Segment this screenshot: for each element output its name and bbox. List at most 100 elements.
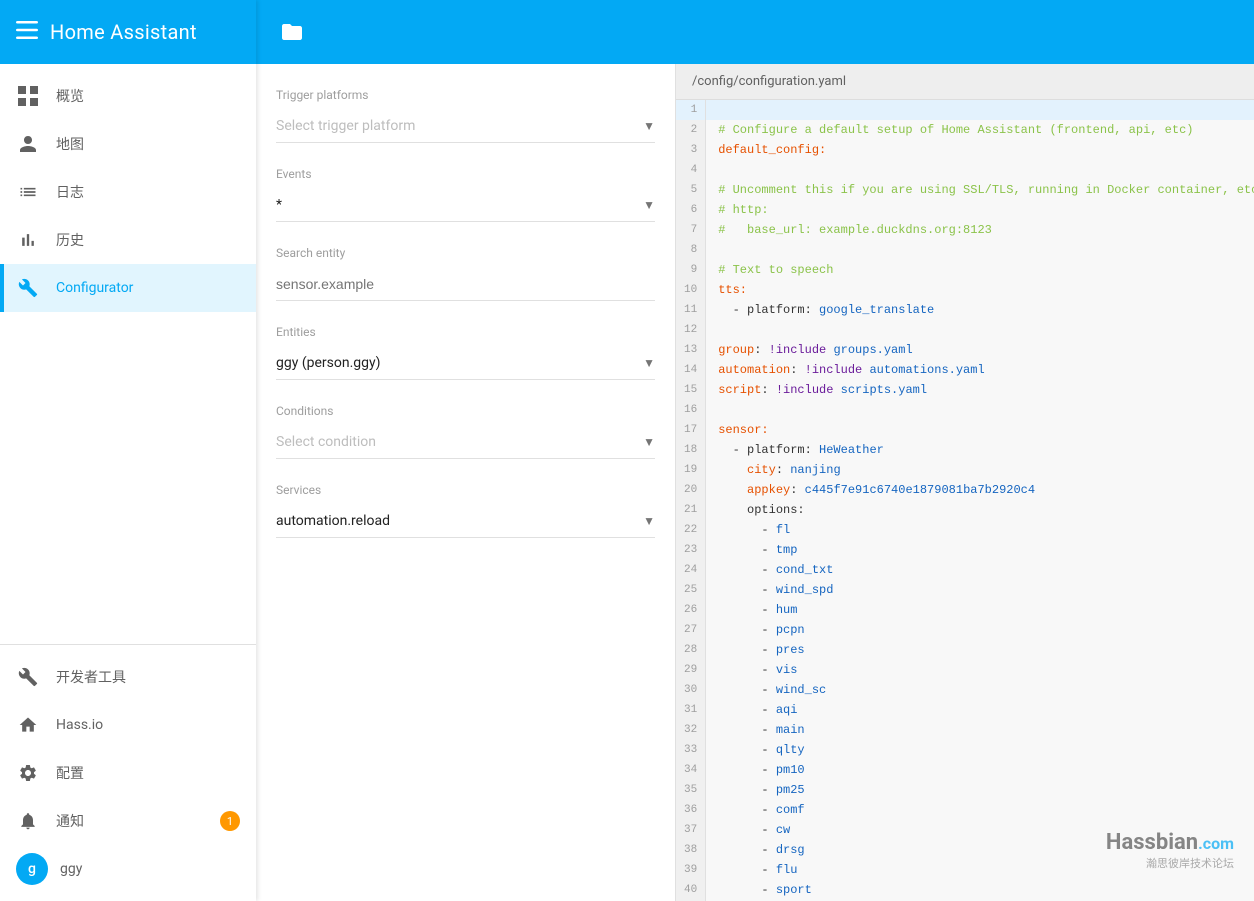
line-number: 7 xyxy=(676,220,706,240)
search-entity-section: Search entity xyxy=(276,246,655,301)
line-content[interactable]: # Configure a default setup of Home Assi… xyxy=(706,120,1254,140)
line-number: 6 xyxy=(676,200,706,220)
line-content[interactable]: - cond_txt xyxy=(706,560,1254,580)
sidebar-item-configurator-label: Configurator xyxy=(56,280,133,296)
line-content[interactable]: group: !include groups.yaml xyxy=(706,340,1254,360)
line-content[interactable]: - qlty xyxy=(706,740,1254,760)
sidebar-item-settings[interactable]: 配置 xyxy=(0,749,256,797)
line-number: 37 xyxy=(676,820,706,840)
line-number: 34 xyxy=(676,760,706,780)
line-content[interactable]: - main xyxy=(706,720,1254,740)
line-number: 21 xyxy=(676,500,706,520)
sidebar-item-hassio[interactable]: Hass.io xyxy=(0,701,256,749)
conditions-label: Conditions xyxy=(276,404,655,418)
sidebar-item-configurator[interactable]: Configurator xyxy=(0,264,256,312)
table-row: 20 appkey: c445f7e91c6740e1879081ba7b292… xyxy=(676,480,1254,500)
table-row: 15 script: !include scripts.yaml xyxy=(676,380,1254,400)
trigger-placeholder: Select trigger platform xyxy=(276,118,643,134)
services-dropdown-arrow: ▼ xyxy=(643,514,655,528)
right-panel: /config/configuration.yaml 1 2 # Configu… xyxy=(676,64,1254,901)
line-content[interactable]: # base_url: example.duckdns.org:8123 xyxy=(706,220,1254,240)
line-content[interactable]: - pcpn xyxy=(706,620,1254,640)
line-content[interactable] xyxy=(706,160,1254,180)
folder-button[interactable] xyxy=(272,12,312,52)
line-content[interactable]: script: !include scripts.yaml xyxy=(706,380,1254,400)
services-select[interactable]: automation.reload ▼ xyxy=(276,505,655,538)
line-content[interactable]: - vis xyxy=(706,660,1254,680)
line-content[interactable]: - tmp xyxy=(706,540,1254,560)
line-content[interactable]: - pm25 xyxy=(706,780,1254,800)
table-row: 35 - pm25 xyxy=(676,780,1254,800)
sidebar-item-user[interactable]: g ggy xyxy=(0,845,256,893)
sidebar-item-overview[interactable]: 概览 xyxy=(0,72,256,120)
events-value: * xyxy=(276,197,643,213)
line-number: 12 xyxy=(676,320,706,340)
table-row: 9 # Text to speech xyxy=(676,260,1254,280)
menu-icon[interactable] xyxy=(16,20,38,44)
line-number: 38 xyxy=(676,840,706,860)
line-content[interactable]: # Uncomment this if you are using SSL/TL… xyxy=(706,180,1254,200)
notification-badge: 1 xyxy=(220,811,240,831)
line-content[interactable] xyxy=(706,100,1254,120)
line-content[interactable]: - pres xyxy=(706,640,1254,660)
sidebar-item-map[interactable]: 地图 xyxy=(0,120,256,168)
avatar: g xyxy=(16,853,48,885)
conditions-dropdown-arrow: ▼ xyxy=(643,435,655,449)
line-number: 18 xyxy=(676,440,706,460)
main-content: Trigger platforms Select trigger platfor… xyxy=(256,0,1254,901)
search-entity-input[interactable] xyxy=(276,268,655,301)
line-content[interactable]: # Text to speech xyxy=(706,260,1254,280)
line-content[interactable]: - aqi xyxy=(706,700,1254,720)
line-content[interactable]: - platform: google_translate xyxy=(706,300,1254,320)
table-row: 7 # base_url: example.duckdns.org:8123 xyxy=(676,220,1254,240)
bell-icon xyxy=(16,809,40,833)
line-content[interactable]: default_config: xyxy=(706,140,1254,160)
line-number: 31 xyxy=(676,700,706,720)
line-content[interactable]: appkey: c445f7e91c6740e1879081ba7b2920c4 xyxy=(706,480,1254,500)
line-content[interactable]: - wind_sc xyxy=(706,680,1254,700)
watermark: Hassbian.com 瀚思彼岸技术论坛 xyxy=(1106,830,1234,871)
sidebar: Home Assistant 概览 地图 xyxy=(0,0,256,901)
entities-select[interactable]: ggy (person.ggy) ▼ xyxy=(276,347,655,380)
line-content[interactable]: - pm10 xyxy=(706,760,1254,780)
line-content[interactable]: # http: xyxy=(706,200,1254,220)
editor-filename: /config/configuration.yaml xyxy=(692,74,846,89)
line-content[interactable]: - hum xyxy=(706,600,1254,620)
table-row: 40 - sport xyxy=(676,880,1254,900)
table-row: 24 - cond_txt xyxy=(676,560,1254,580)
wrench-icon xyxy=(16,276,40,300)
line-number: 4 xyxy=(676,160,706,180)
line-content[interactable]: sensor: xyxy=(706,420,1254,440)
sidebar-item-devtools[interactable]: 开发者工具 xyxy=(0,653,256,701)
line-content[interactable]: - comf xyxy=(706,800,1254,820)
line-number: 29 xyxy=(676,660,706,680)
line-content[interactable]: - wind_spd xyxy=(706,580,1254,600)
line-content[interactable]: automation: !include automations.yaml xyxy=(706,360,1254,380)
code-editor[interactable]: 1 2 # Configure a default setup of Home … xyxy=(676,100,1254,901)
events-select[interactable]: * ▼ xyxy=(276,189,655,222)
line-number: 22 xyxy=(676,520,706,540)
line-number: 35 xyxy=(676,780,706,800)
sidebar-item-history-label: 历史 xyxy=(56,230,84,250)
line-content[interactable]: city: nanjing xyxy=(706,460,1254,480)
line-number: 25 xyxy=(676,580,706,600)
line-content[interactable]: - sport xyxy=(706,880,1254,900)
table-row: 23 - tmp xyxy=(676,540,1254,560)
line-content[interactable]: tts: xyxy=(706,280,1254,300)
table-row: 33 - qlty xyxy=(676,740,1254,760)
sidebar-item-history[interactable]: 历史 xyxy=(0,216,256,264)
line-number: 14 xyxy=(676,360,706,380)
trigger-select[interactable]: Select trigger platform ▼ xyxy=(276,110,655,143)
line-content[interactable] xyxy=(706,320,1254,340)
line-content[interactable]: - platform: HeWeather xyxy=(706,440,1254,460)
line-number: 3 xyxy=(676,140,706,160)
sidebar-item-log[interactable]: 日志 xyxy=(0,168,256,216)
watermark-suffix: .com xyxy=(1198,834,1234,853)
sidebar-item-notifications[interactable]: 通知 1 xyxy=(0,797,256,845)
line-content[interactable]: - fl xyxy=(706,520,1254,540)
entities-label: Entities xyxy=(276,325,655,339)
line-content[interactable]: options: xyxy=(706,500,1254,520)
line-content[interactable] xyxy=(706,400,1254,420)
line-content[interactable] xyxy=(706,240,1254,260)
conditions-select[interactable]: Select condition ▼ xyxy=(276,426,655,459)
